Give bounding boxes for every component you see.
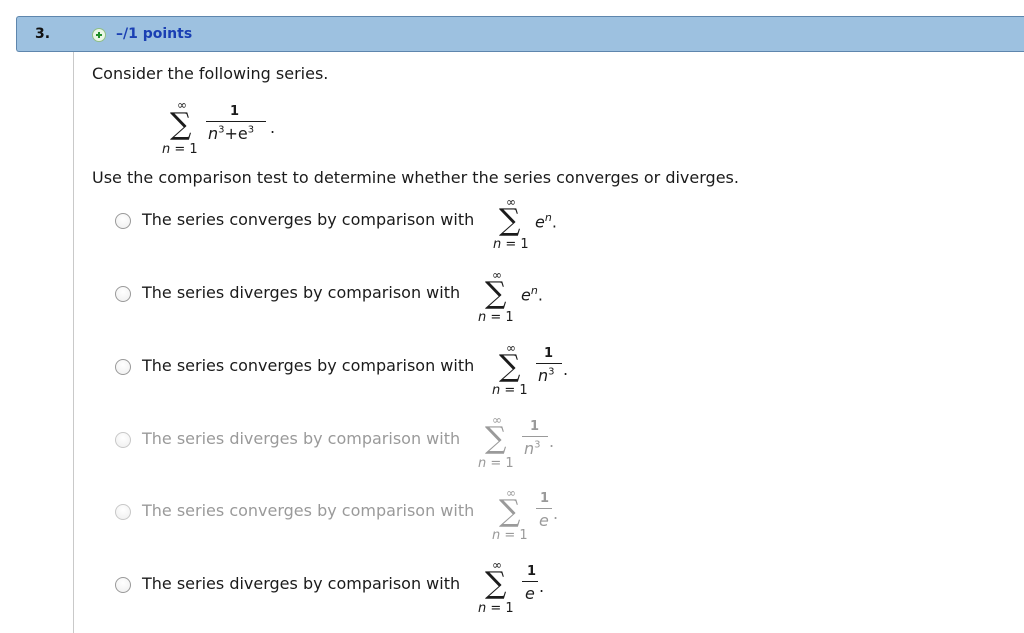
- option-radio[interactable]: [115, 432, 131, 448]
- fraction-numerator: 1: [530, 419, 540, 434]
- option-label: The series diverges by comparison with: [142, 283, 461, 302]
- sigma-symbol: ∑: [499, 349, 521, 384]
- option-label: The series converges by comparison with: [142, 501, 475, 520]
- instruction-text: Use the comparison test to determine whe…: [92, 168, 739, 187]
- fraction-bar: [206, 121, 266, 122]
- option-radio[interactable]: [115, 577, 131, 593]
- sigma-symbol: ∑: [499, 494, 521, 529]
- fraction-numerator: 1: [527, 564, 537, 579]
- fraction-denominator: e: [525, 584, 535, 603]
- sigma-symbol: ∑: [485, 276, 507, 311]
- option-label: The series diverges by comparison with: [142, 574, 461, 593]
- sum-lower-limit: n = 1: [478, 310, 514, 325]
- sigma-symbol: ∑: [170, 107, 192, 142]
- sigma-symbol: ∑: [499, 203, 521, 238]
- fraction-bar: [522, 581, 538, 582]
- option-label: The series diverges by comparison with: [142, 429, 461, 448]
- sum-lower-limit: n = 1: [492, 383, 528, 398]
- question-header: 3. –/1 points: [16, 16, 1024, 52]
- fraction-numerator: 1: [230, 104, 240, 119]
- sum-lower-limit: n = 1: [162, 142, 198, 157]
- points-label[interactable]: –/1 points: [116, 26, 192, 42]
- option-radio[interactable]: [115, 286, 131, 302]
- sum-lower-limit: n = 1: [492, 528, 528, 543]
- sigma-symbol: ∑: [485, 421, 507, 456]
- option-radio[interactable]: [115, 213, 131, 229]
- fraction-numerator: 1: [540, 491, 550, 506]
- fraction-denominator: n3+e3: [208, 124, 255, 143]
- fraction-numerator: 1: [544, 346, 554, 361]
- sum-lower-limit: n = 1: [478, 456, 514, 471]
- sum-lower-limit: n = 1: [493, 237, 529, 252]
- fraction-bar: [522, 436, 548, 437]
- option-label: The series converges by comparison with: [142, 356, 475, 375]
- option-expression: en.: [535, 211, 557, 232]
- option-radio[interactable]: [115, 359, 131, 375]
- fraction-denominator: n3: [538, 366, 555, 385]
- fraction-denominator: n3: [524, 439, 541, 458]
- expand-plus-icon[interactable]: [92, 28, 106, 42]
- content-divider: [73, 52, 74, 633]
- sum-lower-limit: n = 1: [478, 601, 514, 616]
- fraction-bar: [536, 508, 552, 509]
- question-number: 3.: [35, 26, 51, 42]
- series-period: .: [270, 118, 276, 137]
- fraction-denominator: e: [539, 511, 549, 530]
- option-radio[interactable]: [115, 504, 131, 520]
- prompt-text: Consider the following series.: [92, 64, 329, 83]
- option-expression: en.: [521, 284, 543, 305]
- fraction-bar: [536, 363, 562, 364]
- option-label: The series converges by comparison with: [142, 210, 475, 229]
- sigma-symbol: ∑: [485, 566, 507, 601]
